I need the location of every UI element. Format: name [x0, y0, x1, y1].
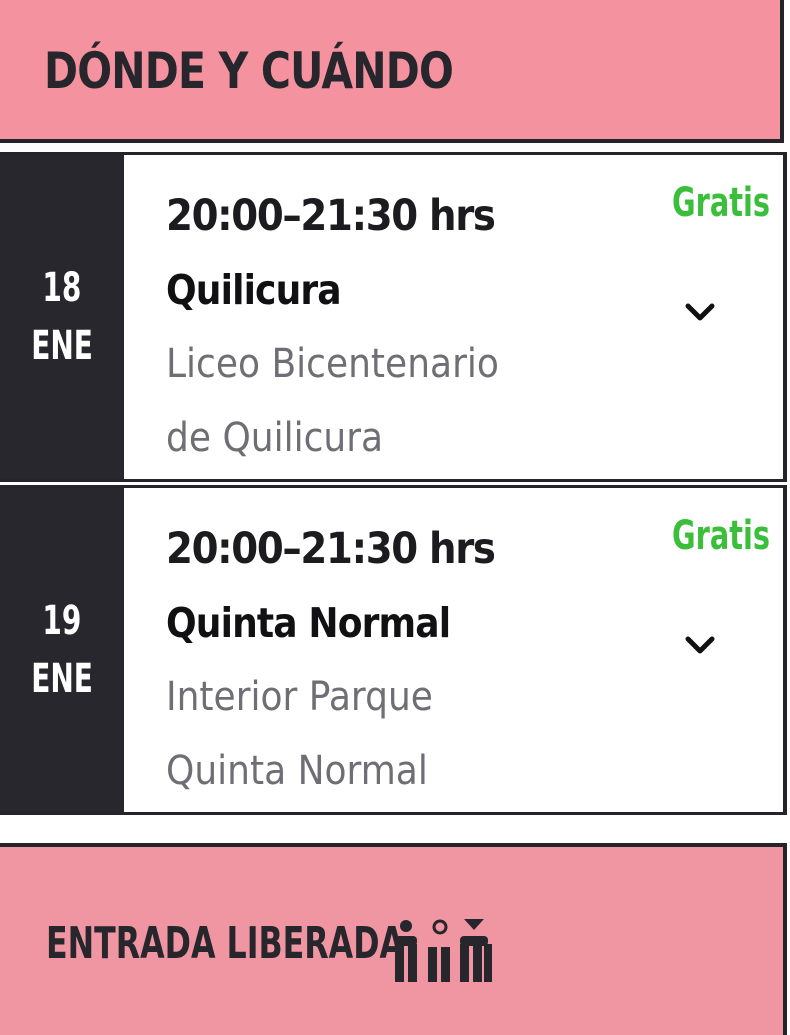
where-when-header: DÓNDE Y CUÁNDO — [0, 0, 784, 143]
event-venue: Interior Parque Quinta Normal — [166, 660, 562, 808]
event-venue-line: Liceo Bicentenario — [166, 341, 499, 387]
free-entry-label: ENTRADA LIBERADA — [46, 918, 405, 969]
event-month: ENE — [31, 323, 93, 369]
chevron-down-icon[interactable] — [683, 300, 717, 326]
section-title: DÓNDE Y CUÁNDO — [44, 42, 454, 100]
event-card[interactable]: 19 ENE 20:00–21:30 hrs Quinta Normal Int… — [0, 485, 787, 815]
event-date: 19 ENE — [0, 488, 124, 812]
free-entry-banner: ENTRADA LIBERADA — [0, 843, 787, 1035]
event-day: 19 — [42, 598, 82, 644]
event-venue-line: de Quilicura — [166, 415, 384, 461]
event-location: Quilicura — [166, 266, 342, 314]
event-location: Quinta Normal — [166, 599, 451, 647]
event-month: ENE — [31, 656, 93, 702]
event-venue-line: Quinta Normal — [166, 748, 428, 794]
event-card[interactable]: 18 ENE 20:00–21:30 hrs Quilicura Liceo B… — [0, 152, 787, 482]
event-day: 18 — [42, 265, 82, 311]
family-icon — [395, 919, 492, 982]
event-price: Gratis — [672, 513, 771, 559]
event-venue: Liceo Bicentenario de Quilicura — [166, 327, 562, 475]
event-info: 20:00–21:30 hrs Quinta Normal Interior P… — [166, 512, 606, 808]
event-venue-line: Interior Parque — [166, 674, 433, 720]
event-time: 20:00–21:30 hrs — [166, 191, 496, 241]
event-info: 20:00–21:30 hrs Quilicura Liceo Bicenten… — [166, 179, 606, 475]
event-price: Gratis — [672, 180, 771, 226]
event-date: 18 ENE — [0, 155, 124, 479]
event-time: 20:00–21:30 hrs — [166, 524, 496, 574]
chevron-down-icon[interactable] — [683, 633, 717, 659]
